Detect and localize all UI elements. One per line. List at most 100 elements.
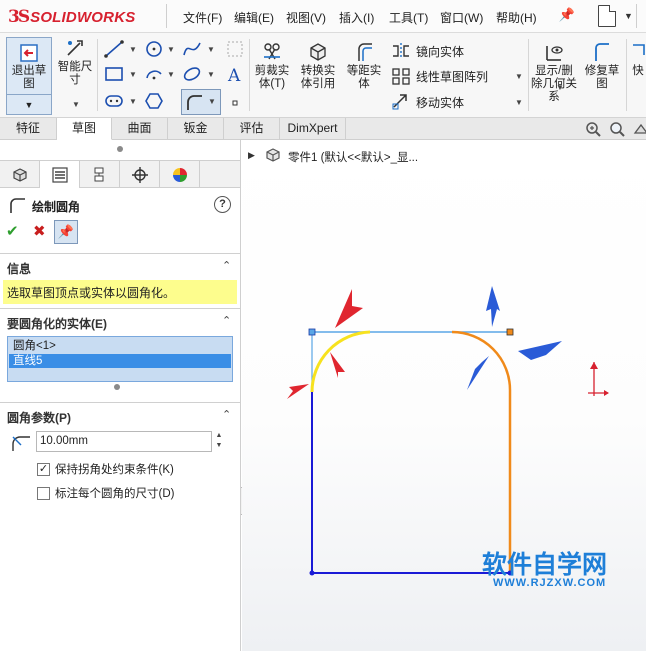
quick-snaps-button[interactable]: 快: [630, 41, 646, 78]
menu-window[interactable]: 窗口(W): [440, 9, 483, 26]
smart-dimension-label: 智能尺寸: [57, 61, 93, 86]
property-manager-panel: 绘制圆角 ? ✔ ✖ 📌 信息 ⌃ 选取草图顶点或实体以圆角化。 要圆角化的实体…: [0, 140, 241, 651]
keep-constraints-checkbox[interactable]: ✓: [37, 462, 50, 476]
entities-section-header[interactable]: 要圆角化的实体(E) ⌃: [0, 312, 240, 332]
keep-constraints-label: 保持拐角处约束条件(K): [55, 464, 174, 476]
chevron-up-icon[interactable]: ⌃: [222, 314, 231, 327]
line-tool-icon[interactable]: [103, 39, 125, 59]
quick-snaps-icon: [633, 44, 645, 55]
fillet-radius-icon: [12, 436, 30, 451]
tab-property-manager[interactable]: [40, 161, 80, 188]
smart-dimension-button[interactable]: 智能尺寸: [55, 37, 95, 87]
tab-features[interactable]: 特征: [0, 118, 57, 140]
chevron-down-icon[interactable]: ▼: [624, 11, 633, 21]
info-section-header[interactable]: 信息 ⌃: [0, 257, 240, 277]
new-document-icon[interactable]: [598, 5, 616, 27]
params-section-header[interactable]: 圆角参数(P) ⌃: [0, 406, 240, 426]
slot-tool-icon[interactable]: [103, 91, 125, 111]
chevron-down-icon[interactable]: ▼: [515, 98, 523, 107]
tab-configuration-manager[interactable]: [80, 161, 120, 188]
fillet-arc-selected[interactable]: [310, 330, 371, 393]
dimension-each-option[interactable]: 标注每个圆角的尺寸(D): [37, 485, 174, 501]
solidworks-logo: 3S SOLIDWORKS: [8, 4, 158, 30]
trim-entities-button[interactable]: 剪裁实体(T): [252, 41, 292, 91]
zoom-area-icon[interactable]: [608, 120, 626, 138]
pin-menu-icon[interactable]: 📌: [558, 7, 576, 25]
spline-tool-icon[interactable]: [181, 39, 203, 59]
circle-tool-icon[interactable]: [143, 39, 165, 59]
repair-sketch-label: 修复草图: [584, 65, 620, 90]
tab-evaluate[interactable]: 评估: [224, 118, 280, 140]
panel-grip[interactable]: [117, 146, 123, 152]
vertex-point[interactable]: [309, 570, 315, 576]
rectangle-tool-icon[interactable]: [103, 64, 125, 84]
tab-sheet-metal[interactable]: 钣金: [168, 118, 224, 140]
sketch-fillet-button[interactable]: ▼: [181, 89, 221, 115]
arc-tool-icon[interactable]: [143, 64, 165, 84]
command-tabs: 特征 草图 曲面 钣金 评估 DimXpert: [0, 118, 646, 140]
point-tool-icon[interactable]: [224, 93, 246, 113]
help-icon[interactable]: ?: [214, 196, 231, 213]
menu-file[interactable]: 文件(F): [183, 9, 222, 26]
fillet-radius-input[interactable]: 10.00mm: [36, 431, 212, 452]
chevron-down-icon[interactable]: ▼: [208, 97, 216, 106]
keep-visible-pin-icon[interactable]: 📌: [54, 220, 78, 244]
mirror-label[interactable]: 镜向实体: [416, 43, 464, 60]
chevron-down-icon[interactable]: ▼: [129, 45, 137, 54]
list-item[interactable]: 圆角<1>: [9, 339, 231, 353]
offset-label: 等距实体: [346, 65, 382, 90]
offset-entities-button[interactable]: 等距实体: [344, 41, 384, 91]
linear-pattern-label[interactable]: 线性草图阵列: [416, 68, 488, 85]
repair-sketch-icon: [595, 43, 609, 61]
display-delete-relations-button[interactable]: 显示/删除几何关系: [531, 41, 577, 104]
polygon-tool-icon[interactable]: [143, 91, 165, 111]
linear-pattern-icon[interactable]: [390, 66, 412, 86]
radius-spinner[interactable]: ▲ ▼: [212, 431, 226, 452]
chevron-down-icon[interactable]: ▼: [129, 70, 137, 79]
menu-tools[interactable]: 工具(T): [389, 9, 428, 26]
menu-view[interactable]: 视图(V): [286, 9, 326, 26]
vertex-point[interactable]: [308, 328, 316, 336]
construction-geometry-icon[interactable]: [224, 39, 246, 59]
dimension-each-checkbox[interactable]: [37, 486, 50, 500]
tab-sketch[interactable]: 草图: [57, 118, 112, 140]
chevron-down-icon[interactable]: ▼: [207, 70, 215, 79]
exit-sketch-button[interactable]: 退出草图 ▼: [6, 37, 52, 115]
chevron-up-icon[interactable]: ⌃: [222, 408, 231, 421]
cancel-x-icon[interactable]: ✖: [33, 222, 46, 240]
convert-entities-button[interactable]: 转换实体引用: [298, 41, 338, 91]
tab-dimxpert[interactable]: DimXpert: [280, 118, 346, 140]
repair-sketch-button[interactable]: 修复草图: [582, 41, 622, 91]
chevron-down-icon[interactable]: ▼: [129, 97, 137, 106]
chevron-down-icon[interactable]: ▼: [72, 100, 80, 109]
keep-constraints-option[interactable]: ✓ 保持拐角处约束条件(K): [37, 461, 174, 477]
previous-view-icon[interactable]: [632, 120, 646, 138]
vertex-point[interactable]: [506, 328, 514, 336]
chevron-down-icon[interactable]: ▼: [167, 45, 175, 54]
chevron-down-icon[interactable]: ▼: [7, 94, 51, 114]
tab-feature-manager[interactable]: [0, 161, 40, 188]
menu-edit[interactable]: 编辑(E): [234, 9, 274, 26]
chevron-down-icon[interactable]: ▼: [556, 83, 564, 92]
menu-insert[interactable]: 插入(I): [339, 9, 374, 26]
move-entities-icon[interactable]: [390, 91, 412, 111]
chevron-down-icon[interactable]: ▼: [167, 70, 175, 79]
chevron-up-icon[interactable]: ⌃: [222, 259, 231, 272]
fillet-arc-highlighted[interactable]: [451, 330, 512, 391]
ribbon-separator: [249, 39, 250, 111]
entities-to-fillet-list[interactable]: 圆角<1> 直线5: [7, 336, 233, 382]
mirror-entities-icon[interactable]: [390, 41, 412, 61]
menu-help[interactable]: 帮助(H): [496, 9, 537, 26]
ellipse-tool-icon[interactable]: [181, 64, 203, 84]
zoom-to-fit-icon[interactable]: [584, 120, 602, 138]
tab-surfaces[interactable]: 曲面: [112, 118, 168, 140]
move-label[interactable]: 移动实体: [416, 94, 464, 111]
tab-dimxpert-manager[interactable]: [120, 161, 160, 188]
chevron-down-icon[interactable]: ▼: [515, 72, 523, 81]
tab-display-manager[interactable]: [160, 161, 200, 188]
ok-check-icon[interactable]: ✔: [6, 222, 19, 240]
text-tool-icon[interactable]: A: [224, 64, 246, 84]
list-item[interactable]: 直线5: [9, 354, 231, 368]
list-resize-grip[interactable]: [114, 384, 120, 390]
chevron-down-icon[interactable]: ▼: [207, 45, 215, 54]
